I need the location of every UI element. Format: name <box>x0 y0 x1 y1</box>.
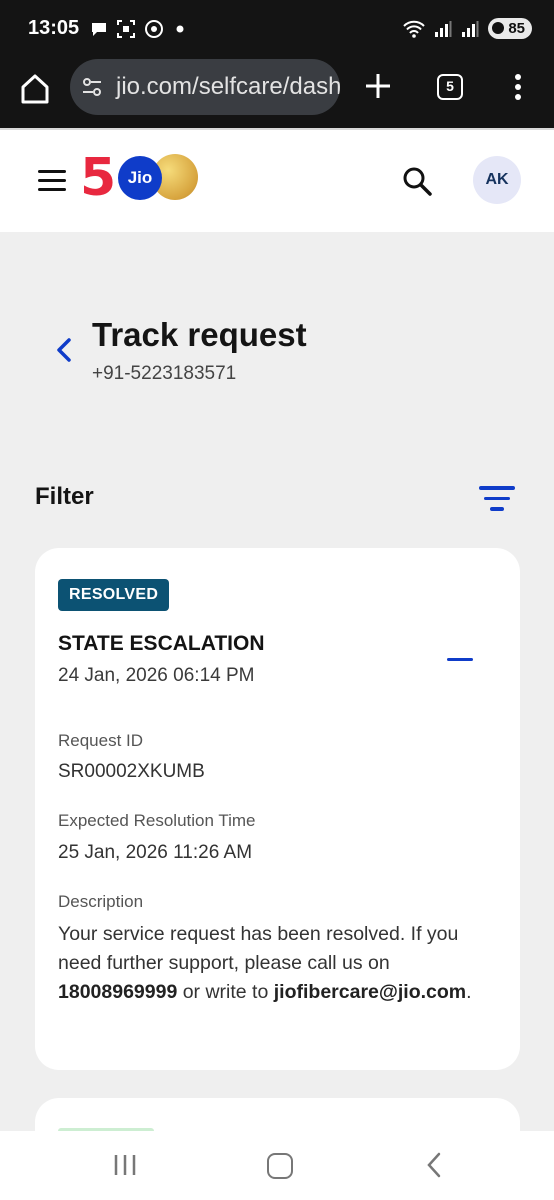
nav-back-icon[interactable] <box>424 1151 444 1179</box>
home-icon[interactable] <box>16 70 54 108</box>
expected-time-label: Expected Resolution Time <box>58 811 256 830</box>
signal-icon <box>435 20 452 37</box>
browser-toolbar: jio.com/selfcare/dashboard 5 <box>0 58 554 128</box>
tabs-icon[interactable]: 5 <box>437 74 463 100</box>
wifi-icon <box>403 20 426 38</box>
page-title: Track request <box>92 316 307 353</box>
status-badge: RESOLVED <box>58 579 170 611</box>
description-label: Description <box>58 892 144 911</box>
collapse-icon[interactable] <box>447 648 475 672</box>
support-email[interactable]: jiofibercare@jio.com <box>274 981 466 1003</box>
url-text: jio.com/selfcare/dashboard <box>116 73 340 100</box>
address-bar[interactable]: jio.com/selfcare/dashboard <box>70 59 340 115</box>
signal-icon <box>462 20 479 37</box>
status-time: 13:05 <box>28 17 80 39</box>
search-icon[interactable] <box>400 164 434 198</box>
whatsapp-icon <box>145 20 163 38</box>
notification-icons <box>90 19 188 39</box>
tune-icon[interactable] <box>80 75 104 99</box>
filter-icon[interactable] <box>478 486 516 518</box>
hamburger-icon[interactable] <box>38 170 66 192</box>
chat-icon <box>92 23 106 36</box>
system-nav-bar <box>0 1131 554 1200</box>
request-date: 24 Jan, 2026 06:14 PM <box>58 665 255 686</box>
dot-icon <box>176 25 184 33</box>
back-arrow-icon[interactable] <box>52 336 76 364</box>
filter-label: Filter <box>35 483 94 510</box>
nav-home-icon[interactable] <box>267 1153 293 1179</box>
logo-brand: Jio <box>118 156 162 200</box>
request-id-label: Request ID <box>58 731 144 750</box>
description-text: Your service request has been resolved. … <box>58 923 472 1003</box>
request-title: STATE ESCALATION <box>58 632 265 655</box>
recents-icon[interactable] <box>112 1153 138 1177</box>
expected-time-value: 25 Jan, 2026 11:26 AM <box>58 842 253 863</box>
phone-number: +91-5223183571 <box>92 363 237 384</box>
request-id-value: SR00002XKUMB <box>58 761 205 782</box>
jio-logo[interactable]: 5 Jio <box>80 148 200 208</box>
app-header: 5 Jio AK <box>0 128 554 232</box>
screenshot-icon <box>117 20 135 38</box>
support-phone[interactable]: 18008969999 <box>58 981 177 1003</box>
avatar[interactable]: AK <box>473 156 521 204</box>
system-icons: 85 <box>403 18 532 39</box>
battery-icon: 85 <box>488 18 532 39</box>
plus-icon[interactable] <box>362 70 394 102</box>
logo-number: 5 <box>80 148 117 208</box>
more-vert-icon[interactable] <box>508 72 528 102</box>
status-bar: 13:05 85 <box>0 0 554 58</box>
request-card: RESOLVED STATE ESCALATION 24 Jan, 2026 0… <box>35 548 520 1070</box>
